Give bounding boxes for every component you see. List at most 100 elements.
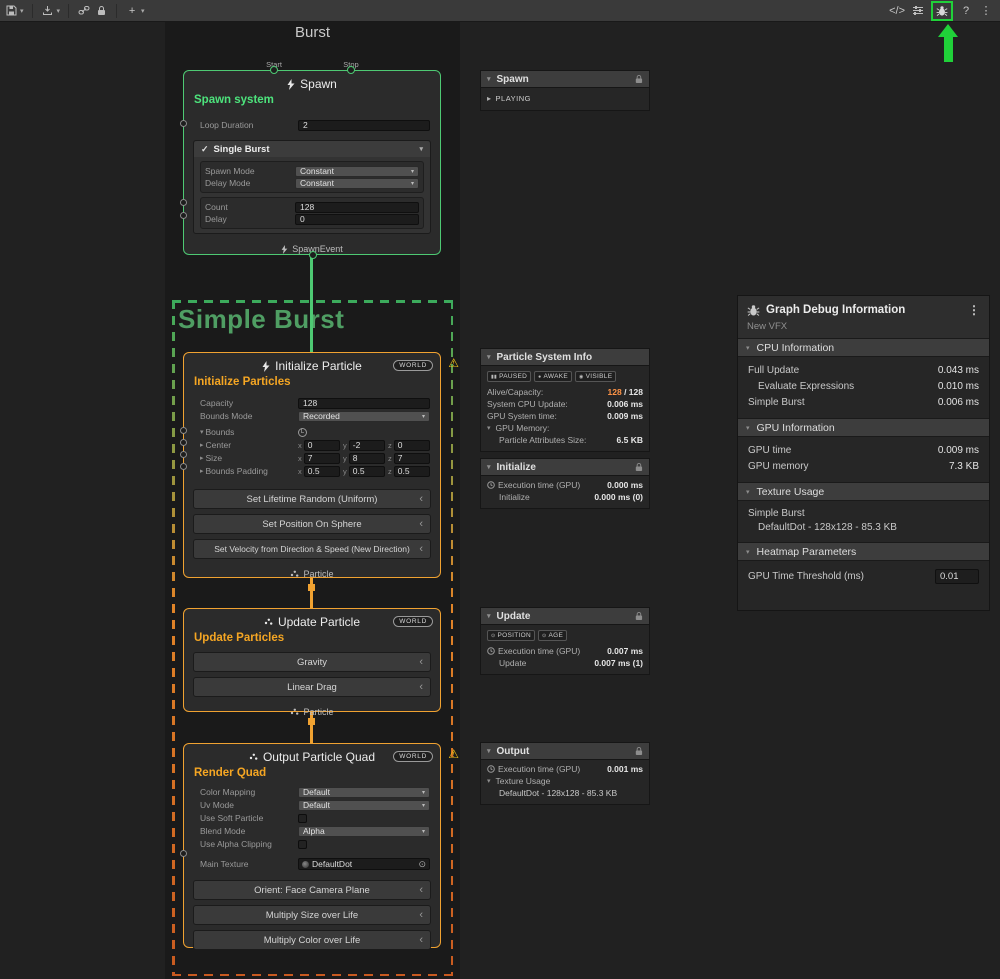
- padding-z-input[interactable]: 0.5: [394, 466, 430, 477]
- more-button[interactable]: ⋮: [979, 2, 993, 20]
- bounds-link-icon[interactable]: L: [298, 428, 307, 437]
- bounds-mode-dropdown[interactable]: Recorded ▾: [298, 411, 430, 422]
- main-texture-port[interactable]: [180, 850, 187, 857]
- chevron-left-icon[interactable]: ‹: [419, 518, 423, 530]
- foldout-open-icon[interactable]: ▾: [487, 747, 491, 755]
- initialize-node-header[interactable]: Initialize Particle WORLD: [184, 353, 440, 376]
- bounds-padding-port[interactable]: [180, 463, 187, 470]
- block-gravity[interactable]: Gravity ‹: [193, 652, 431, 672]
- edge-spawn-to-initialize[interactable]: [310, 255, 313, 352]
- use-alpha-clipping-checkbox[interactable]: [298, 840, 307, 849]
- chevron-left-icon[interactable]: ‹: [419, 543, 423, 555]
- count-port[interactable]: [180, 199, 187, 206]
- heatmap-parameters-section-header[interactable]: ▾ Heatmap Parameters: [738, 542, 989, 561]
- chevron-left-icon[interactable]: ‹: [419, 884, 423, 896]
- warning-icon[interactable]: ⚠: [448, 356, 459, 370]
- add-button[interactable]: +: [125, 2, 139, 20]
- output-context-node[interactable]: ⚠ Output Particle Quad WORLD Render Quad…: [183, 743, 441, 948]
- delay-port[interactable]: [180, 212, 187, 219]
- chevron-left-icon[interactable]: ‹: [419, 493, 423, 505]
- foldout-closed-icon[interactable]: ▸: [200, 454, 204, 462]
- gpu-memory-row[interactable]: ▾ GPU Memory:: [487, 422, 643, 434]
- save-button[interactable]: [4, 2, 18, 20]
- center-z-input[interactable]: 0: [394, 440, 430, 451]
- padding-y-input[interactable]: 0.5: [349, 466, 385, 477]
- block-linear-drag[interactable]: Linear Drag ‹: [193, 677, 431, 697]
- bounds-port[interactable]: [180, 427, 187, 434]
- center-port[interactable]: [180, 439, 187, 446]
- block-set-velocity[interactable]: Set Velocity from Direction & Speed (New…: [193, 539, 431, 559]
- block-orient[interactable]: Orient: Face Camera Plane ‹: [193, 880, 431, 900]
- output-panel-header[interactable]: ▾ Output: [480, 742, 650, 760]
- foldout-open-icon[interactable]: ▾: [487, 463, 491, 471]
- edge-anchor[interactable]: [308, 584, 315, 591]
- foldout-open-icon[interactable]: ▾: [487, 424, 491, 432]
- world-space-badge[interactable]: WORLD: [393, 751, 433, 762]
- gpu-information-section-header[interactable]: ▾ GPU Information: [738, 418, 989, 437]
- foldout-open-icon[interactable]: ▾: [200, 428, 204, 436]
- single-burst-block[interactable]: ✓ Single Burst ▾ Spawn Mode Constant ▾ D…: [193, 140, 431, 234]
- use-soft-particle-checkbox[interactable]: [298, 814, 307, 823]
- lock-icon[interactable]: [634, 74, 643, 84]
- uv-mode-dropdown[interactable]: Default ▾: [298, 800, 430, 811]
- object-picker-icon[interactable]: ⊙: [418, 859, 426, 870]
- system-info-panel-header[interactable]: ▾ Particle System Info: [480, 348, 650, 366]
- foldout-open-icon[interactable]: ▾: [487, 353, 491, 361]
- gpu-threshold-input[interactable]: 0.01: [935, 569, 979, 584]
- chevron-left-icon[interactable]: ‹: [419, 934, 423, 946]
- lock-icon[interactable]: [634, 462, 643, 472]
- spawn-node-header[interactable]: Spawn: [184, 71, 440, 94]
- code-view-button[interactable]: </>: [889, 2, 905, 20]
- update-panel-header[interactable]: ▾ Update: [480, 607, 650, 625]
- foldout-open-icon[interactable]: ▾: [746, 548, 750, 556]
- center-y-input[interactable]: -2: [349, 440, 385, 451]
- initialize-context-node[interactable]: ⚠ Initialize Particle WORLD Initialize P…: [183, 352, 441, 578]
- blackboard-button[interactable]: [911, 2, 925, 20]
- color-mapping-dropdown[interactable]: Default ▾: [298, 787, 430, 798]
- single-burst-header[interactable]: ✓ Single Burst ▾: [194, 141, 430, 157]
- import-button[interactable]: [41, 2, 55, 20]
- foldout-closed-icon[interactable]: ▸: [200, 441, 204, 449]
- texture-usage-section-header[interactable]: ▾ Texture Usage: [738, 482, 989, 501]
- block-set-position[interactable]: Set Position On Sphere ‹: [193, 514, 431, 534]
- import-dropdown-icon[interactable]: ▾: [57, 7, 61, 15]
- output-node-header[interactable]: Output Particle Quad WORLD: [184, 744, 440, 767]
- size-x-input[interactable]: 7: [304, 453, 340, 464]
- texture-usage-row[interactable]: ▾ Texture Usage: [487, 775, 643, 787]
- lock-icon[interactable]: [634, 611, 643, 621]
- foldout-open-icon[interactable]: ▾: [746, 424, 750, 432]
- lock-button[interactable]: [94, 2, 108, 20]
- blend-mode-dropdown[interactable]: Alpha ▾: [298, 826, 430, 837]
- delay-mode-dropdown[interactable]: Constant ▾: [295, 178, 419, 189]
- foldout-closed-icon[interactable]: ▸: [200, 467, 204, 475]
- world-space-badge[interactable]: WORLD: [393, 360, 433, 371]
- size-y-input[interactable]: 8: [349, 453, 385, 464]
- warning-icon[interactable]: ⚠: [448, 747, 459, 761]
- spawn-context-node[interactable]: Start Stop Spawn Spawn system Loop Durat…: [183, 70, 441, 255]
- spawn-mode-dropdown[interactable]: Constant ▾: [295, 166, 419, 177]
- initialize-panel-header[interactable]: ▾ Initialize: [480, 458, 650, 476]
- count-input[interactable]: 128: [295, 202, 419, 213]
- delay-input[interactable]: 0: [295, 214, 419, 225]
- chevron-left-icon[interactable]: ‹: [419, 681, 423, 693]
- foldout-open-icon[interactable]: ▾: [487, 612, 491, 620]
- block-set-lifetime[interactable]: Set Lifetime Random (Uniform) ‹: [193, 489, 431, 509]
- foldout-open-icon[interactable]: ▾: [746, 344, 750, 352]
- graph-canvas[interactable]: Burst Simple Burst Start Stop Spawn Spaw…: [0, 22, 1000, 979]
- capacity-input[interactable]: 128: [298, 398, 430, 409]
- cpu-information-section-header[interactable]: ▾ CPU Information: [738, 338, 989, 357]
- update-context-node[interactable]: Update Particle WORLD Update Particles G…: [183, 608, 441, 712]
- save-dropdown-icon[interactable]: ▾: [20, 7, 24, 15]
- loop-duration-port[interactable]: [180, 120, 187, 127]
- debug-bug-button[interactable]: [935, 2, 949, 20]
- add-dropdown-icon[interactable]: ▾: [141, 7, 145, 15]
- size-port[interactable]: [180, 451, 187, 458]
- check-icon[interactable]: ✓: [201, 144, 209, 155]
- block-multiply-size[interactable]: Multiply Size over Life ‹: [193, 905, 431, 925]
- center-x-input[interactable]: 0: [304, 440, 340, 451]
- spawn-output-port[interactable]: [309, 251, 317, 259]
- system-name-label[interactable]: Simple Burst: [178, 304, 344, 335]
- foldout-open-icon[interactable]: ▾: [487, 777, 491, 785]
- foldout-open-icon[interactable]: ▾: [746, 488, 750, 496]
- graph-debug-header[interactable]: Graph Debug Information ⋮ New VFX: [738, 296, 989, 338]
